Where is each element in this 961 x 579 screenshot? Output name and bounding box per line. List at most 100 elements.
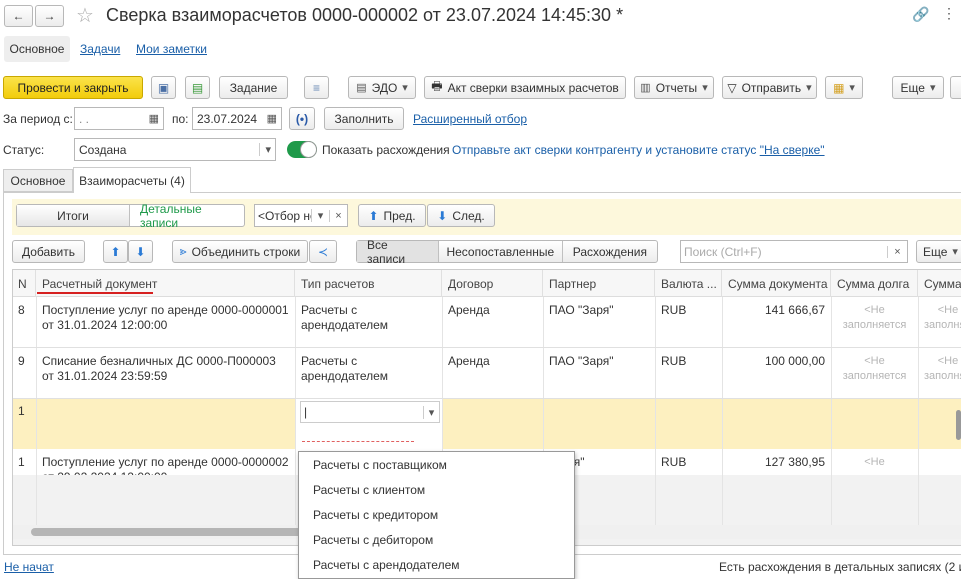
- column-header[interactable]: Партнер: [543, 270, 655, 297]
- column-header[interactable]: Валюта ...: [655, 270, 722, 297]
- clear-icon[interactable]: ×: [887, 245, 907, 258]
- cell-doc[interactable]: Поступление услуг по аренде 0000-0000002…: [36, 449, 295, 475]
- vertical-scrollbar[interactable]: [956, 410, 961, 440]
- clear-icon[interactable]: ×: [329, 209, 347, 222]
- cell-type[interactable]: Расчеты с арендодателем: [295, 348, 442, 390]
- send-button[interactable]: ▽ Отправить ▾: [722, 76, 817, 99]
- cell-doc[interactable]: Поступление услуг по аренде 0000-0000001…: [36, 297, 295, 339]
- form-tab-settlements[interactable]: Взаиморасчеты (4): [73, 167, 191, 193]
- merge-rows-button[interactable]: ⪢ Объединить строки: [172, 240, 308, 263]
- dropdown-option[interactable]: Расчеты с арендодателем: [299, 552, 574, 577]
- status-hint-link[interactable]: "На сверке": [760, 143, 825, 157]
- column-header[interactable]: N: [12, 270, 36, 297]
- fill-button[interactable]: Заполнить: [324, 107, 404, 130]
- next-button[interactable]: ⬇ След.: [427, 204, 495, 227]
- dropdown-option[interactable]: Расчеты с кредитором: [299, 502, 574, 527]
- unmatched-option[interactable]: Несопоставленные: [439, 241, 563, 262]
- column-header[interactable]: Тип расчетов: [295, 270, 442, 297]
- more-button[interactable]: Еще ▾: [892, 76, 944, 99]
- tab-notes[interactable]: Мои заметки: [136, 42, 207, 56]
- cell-sum[interactable]: [918, 449, 961, 475]
- cell-amount[interactable]: 100 000,00: [722, 348, 831, 375]
- form-tab-main[interactable]: Основное: [3, 169, 73, 192]
- details-option[interactable]: Детальные записи: [130, 202, 244, 230]
- cell-doc[interactable]: Списание безналичных ДС 0000-П000003 от …: [36, 348, 295, 390]
- dropdown-option[interactable]: Расчеты с поставщиком: [299, 452, 574, 477]
- cell-amount[interactable]: [722, 398, 831, 410]
- reconciliation-act-button[interactable]: 🖶 Акт сверки взаимных расчетов: [424, 76, 626, 99]
- link-icon[interactable]: 🔗: [912, 6, 929, 23]
- dropdown-arrow-icon[interactable]: ▾: [311, 209, 329, 222]
- show-differences-toggle[interactable]: [287, 141, 317, 158]
- cell-currency[interactable]: RUB: [655, 449, 722, 475]
- cell-n[interactable]: 9: [12, 348, 36, 375]
- column-header[interactable]: Сумма документа: [722, 270, 831, 297]
- cell-n[interactable]: 1: [12, 398, 36, 425]
- move-up-button[interactable]: ⬆: [103, 240, 128, 263]
- post-button[interactable]: ▤: [185, 76, 210, 99]
- cell-contract[interactable]: [442, 398, 543, 410]
- calendar-icon[interactable]: ▦: [149, 112, 159, 125]
- period-from-input[interactable]: . . ▦: [74, 107, 164, 130]
- cell-doc[interactable]: [36, 398, 295, 410]
- table-more-button[interactable]: Еще ▾: [916, 240, 961, 263]
- reports-button[interactable]: ▥ Отчеты ▾: [634, 76, 714, 99]
- type-edit-cell[interactable]: | ▾: [296, 399, 442, 449]
- cell-debt[interactable]: [831, 398, 918, 410]
- column-header[interactable]: Сумма долга: [831, 270, 918, 297]
- records-filter-switch[interactable]: Все записи Несопоставленные Расхождения: [356, 238, 658, 266]
- cell-n[interactable]: 8: [12, 297, 36, 324]
- filter-select[interactable]: <Отбор не ▾ ×: [254, 204, 348, 227]
- column-header[interactable]: Договор: [442, 270, 543, 297]
- cell-type[interactable]: Расчеты с арендодателем: [295, 297, 442, 339]
- cell-sum[interactable]: <Не заполняется: [918, 348, 961, 390]
- type-input[interactable]: | ▾: [300, 401, 440, 423]
- cell-amount[interactable]: 141 666,67: [722, 297, 831, 324]
- cell-currency[interactable]: RUB: [655, 297, 722, 324]
- edo-button[interactable]: ▤ ЭДО ▾: [348, 76, 416, 99]
- add-button[interactable]: Добавить: [12, 240, 85, 263]
- prev-button[interactable]: ⬆ Пред.: [358, 204, 426, 227]
- search-input[interactable]: Поиск (Ctrl+F) ×: [680, 240, 908, 263]
- forward-button[interactable]: →: [35, 5, 64, 27]
- list-button[interactable]: ≡: [304, 76, 329, 99]
- cell-n[interactable]: 1: [12, 449, 36, 475]
- dropdown-arrow-icon[interactable]: ▾: [259, 143, 271, 156]
- column-header[interactable]: Сумма: [918, 270, 961, 297]
- more-vertical-icon[interactable]: ⋮: [942, 5, 956, 22]
- tab-main[interactable]: Основное: [4, 36, 70, 62]
- all-records-option[interactable]: Все записи: [357, 238, 439, 266]
- cell-partner[interactable]: ПАО "Заря": [543, 297, 655, 324]
- favorite-star-icon[interactable]: ☆: [76, 3, 94, 28]
- period-to-input[interactable]: 23.07.2024 ▦: [192, 107, 282, 130]
- cell-amount[interactable]: 127 380,95: [722, 449, 831, 475]
- cell-contract[interactable]: Аренда: [442, 348, 543, 375]
- cell-sum[interactable]: [918, 398, 961, 410]
- cell-contract[interactable]: Аренда: [442, 297, 543, 324]
- dropdown-option[interactable]: Расчеты с клиентом: [299, 477, 574, 502]
- period-select-button[interactable]: (•): [289, 107, 315, 130]
- totals-option[interactable]: Итоги: [17, 205, 130, 226]
- cell-debt[interactable]: <Не заполняется: [831, 297, 918, 339]
- cell-currency[interactable]: RUB: [655, 348, 722, 375]
- calendar-icon[interactable]: ▦: [267, 112, 277, 125]
- differences-option[interactable]: Расхождения: [563, 241, 657, 262]
- status-select[interactable]: Создана ▾: [74, 138, 276, 161]
- attachments-button[interactable]: ▦ ▾: [825, 76, 863, 99]
- view-switch[interactable]: Итоги Детальные записи: [16, 202, 245, 230]
- tab-tasks[interactable]: Задачи: [80, 42, 120, 56]
- status-not-started-link[interactable]: Не начат: [4, 560, 54, 574]
- back-button[interactable]: ←: [4, 5, 33, 27]
- cell-sum[interactable]: <Не заполняется: [918, 297, 961, 339]
- cell-partner[interactable]: [543, 398, 655, 410]
- cell-debt[interactable]: <Не: [831, 449, 918, 475]
- advanced-filter-link[interactable]: Расширенный отбор: [413, 112, 527, 126]
- post-and-close-button[interactable]: Провести и закрыть: [3, 76, 143, 99]
- save-button[interactable]: ▣: [151, 76, 176, 99]
- cell-debt[interactable]: <Не заполняется: [831, 348, 918, 390]
- cell-currency[interactable]: [655, 398, 722, 410]
- help-button[interactable]: [950, 76, 961, 99]
- move-down-button[interactable]: ⬇: [128, 240, 153, 263]
- cell-partner[interactable]: ПАО "Заря": [543, 348, 655, 375]
- dropdown-arrow-icon[interactable]: ▾: [423, 405, 439, 419]
